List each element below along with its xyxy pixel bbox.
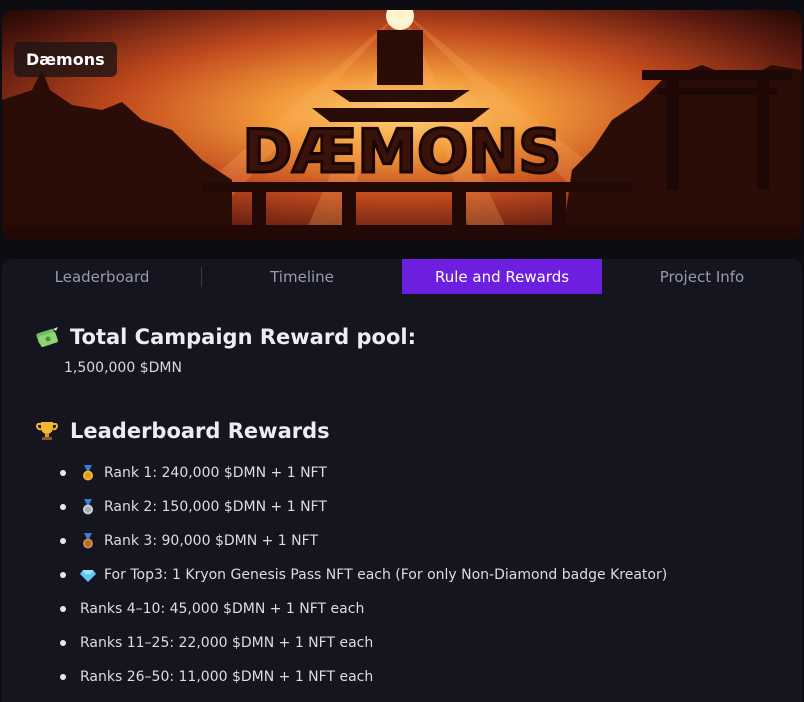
bullet: [60, 504, 66, 510]
money-with-wings-icon: [34, 324, 60, 350]
bullet: [60, 470, 66, 476]
list-item: Rank 1: 240,000 $DMN + 1 NFT: [60, 456, 802, 490]
rules-content: Total Campaign Reward pool: 1,500,000 $D…: [2, 294, 802, 694]
leaderboard-rewards-heading: Leaderboard Rewards: [34, 416, 802, 446]
list-item: Ranks 4–10: 45,000 $DMN + 1 NFT each: [60, 592, 802, 626]
tab-project-info-label: Project Info: [659, 267, 745, 286]
bullet: [60, 640, 66, 646]
list-item: For Top3: 1 Kryon Genesis Pass NFT each …: [60, 558, 802, 592]
tab-bar: Leaderboard Timeline Rule and Rewards Pr…: [2, 259, 802, 294]
project-banner: DÆMONS Dæmons: [2, 10, 802, 240]
reward-text: Ranks 4–10: 45,000 $DMN + 1 NFT each: [80, 601, 365, 617]
list-item: Ranks 11–25: 22,000 $DMN + 1 NFT each: [60, 626, 802, 660]
tab-leaderboard-label: Leaderboard: [54, 267, 150, 286]
bullet: [60, 538, 66, 544]
banner-logo-text: DÆMONS: [242, 117, 561, 187]
bullet: [60, 674, 66, 680]
tab-timeline-label: Timeline: [270, 267, 334, 286]
project-name-badge: Dæmons: [14, 42, 117, 77]
reward-pool-title: Total Campaign Reward pool:: [70, 325, 417, 349]
banner-artwork: DÆMONS: [2, 10, 802, 240]
trophy-icon: [34, 418, 60, 444]
rewards-list: Rank 1: 240,000 $DMN + 1 NFT Rank 2: 150…: [34, 456, 802, 694]
bullet: [60, 606, 66, 612]
reward-text: Ranks 11–25: 22,000 $DMN + 1 NFT each: [80, 635, 374, 651]
tab-leaderboard[interactable]: Leaderboard: [2, 259, 202, 294]
reward-text: For Top3: 1 Kryon Genesis Pass NFT each …: [104, 567, 668, 583]
tab-rule-and-rewards[interactable]: Rule and Rewards: [402, 259, 602, 294]
list-item: Ranks 26–50: 11,000 $DMN + 1 NFT each: [60, 660, 802, 694]
reward-text: Rank 3: 90,000 $DMN + 1 NFT: [104, 533, 318, 549]
campaign-panel: Leaderboard Timeline Rule and Rewards Pr…: [2, 259, 802, 702]
diamond-icon: [80, 567, 96, 583]
reward-pool-value: 1,500,000 $DMN: [64, 360, 182, 376]
tab-timeline[interactable]: Timeline: [202, 259, 402, 294]
silver-medal-icon: [80, 499, 96, 515]
bullet: [60, 572, 66, 578]
list-item: Rank 3: 90,000 $DMN + 1 NFT: [60, 524, 802, 558]
bronze-medal-icon: [80, 533, 96, 549]
leaderboard-rewards-title: Leaderboard Rewards: [70, 419, 330, 443]
list-item: Rank 2: 150,000 $DMN + 1 NFT: [60, 490, 802, 524]
tab-project-info[interactable]: Project Info: [602, 259, 802, 294]
page: DÆMONS Dæmons Leaderboard Timeline Rule …: [0, 0, 804, 702]
reward-text: Rank 1: 240,000 $DMN + 1 NFT: [104, 465, 327, 481]
gold-medal-icon: [80, 465, 96, 481]
reward-text: Rank 2: 150,000 $DMN + 1 NFT: [104, 499, 327, 515]
reward-pool-heading: Total Campaign Reward pool:: [34, 322, 802, 352]
tab-rule-and-rewards-label: Rule and Rewards: [434, 267, 570, 286]
reward-text: Ranks 26–50: 11,000 $DMN + 1 NFT each: [80, 669, 374, 685]
